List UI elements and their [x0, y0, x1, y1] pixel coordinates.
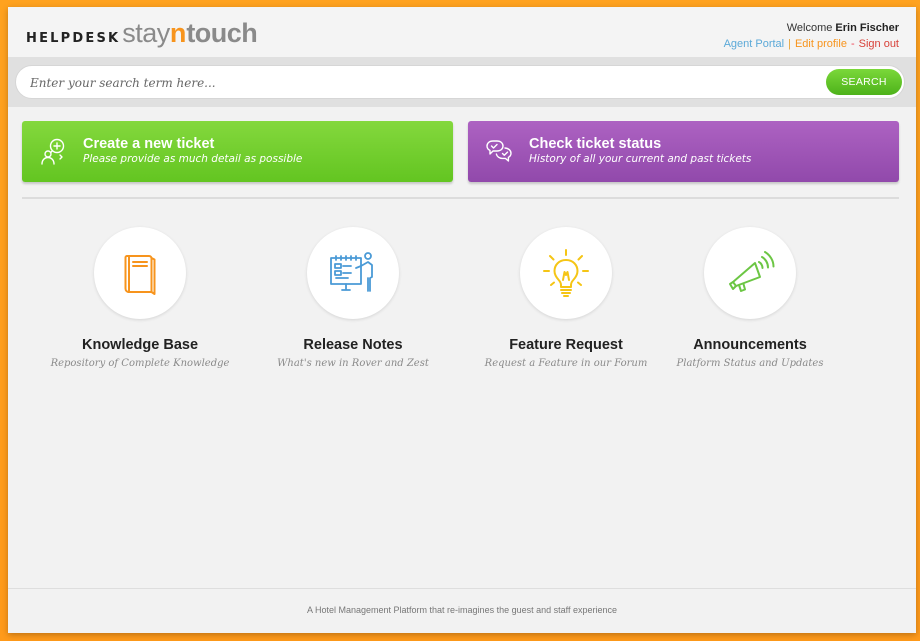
footer-divider	[8, 588, 916, 589]
agent-portal-link[interactable]: Agent Portal	[724, 38, 785, 50]
tile-announcements[interactable]: Announcements Platform Status and Update…	[650, 227, 850, 369]
user-links: Agent Portal | Edit profile - Sign out	[724, 38, 899, 50]
welcome-message: Welcome Erin Fischer	[724, 22, 899, 34]
search-button[interactable]: SEARCH	[826, 69, 902, 95]
create-ticket-button[interactable]: Create a new ticket Please provide as mu…	[22, 121, 453, 182]
check-ticket-status-button[interactable]: Check ticket status History of all your …	[468, 121, 899, 182]
tile-release-notes[interactable]: Release Notes What's new in Rover and Ze…	[253, 227, 453, 369]
add-ticket-chat-icon	[41, 138, 65, 165]
footer-text: A Hotel Management Platform that re-imag…	[306, 605, 617, 615]
tile-announcements-title: Announcements	[693, 337, 807, 353]
logo-helpdesk-text: HELPDESK	[26, 31, 121, 46]
edit-profile-link[interactable]: Edit profile	[795, 38, 847, 50]
tile-feature-request-title: Feature Request	[509, 337, 623, 353]
tile-release-notes-title: Release Notes	[303, 337, 403, 353]
logo-stay-text: stay	[122, 18, 170, 48]
logo[interactable]: HELPDESK stay n touch	[26, 18, 258, 49]
tile-knowledge-base-title: Knowledge Base	[81, 337, 199, 353]
link-separator: -	[850, 38, 855, 50]
create-ticket-subtitle: Please provide as much detail as possibl…	[83, 153, 303, 165]
sign-out-link[interactable]: Sign out	[859, 38, 899, 50]
tile-icon-circle	[307, 227, 399, 319]
tile-knowledge-base-subtitle: Repository of Complete Knowledge	[50, 358, 230, 369]
search-box: SEARCH	[15, 65, 905, 99]
tile-icon-circle	[704, 227, 796, 319]
tile-icon-circle	[520, 227, 612, 319]
tile-knowledge-base[interactable]: Knowledge Base Repository of Complete Kn…	[40, 227, 240, 369]
welcome-prefix: Welcome	[786, 22, 833, 34]
tile-feature-request-subtitle: Request a Feature in our Forum	[484, 358, 648, 369]
check-ticket-status-subtitle: History of all your current and past tic…	[529, 153, 752, 165]
search-band: SEARCH	[8, 57, 916, 107]
tile-feature-request[interactable]: Feature Request Request a Feature in our…	[466, 227, 666, 369]
logo-n-text: n	[169, 18, 187, 48]
presentation-board-icon	[330, 252, 373, 292]
search-input[interactable]	[30, 74, 810, 92]
header: HELPDESK stay n touch Welcome Erin Fischer…	[8, 7, 916, 57]
create-ticket-title: Create a new ticket	[83, 136, 215, 152]
logo-touch-text: touch	[186, 18, 258, 48]
megaphone-icon	[729, 251, 775, 292]
user-name: Erin Fischer	[835, 22, 899, 34]
tile-announcements-subtitle: Platform Status and Updates	[676, 358, 824, 369]
tile-release-notes-subtitle: What's new in Rover and Zest	[277, 358, 429, 369]
tile-icon-circle	[94, 227, 186, 319]
chat-check-icon	[486, 140, 512, 162]
section-divider	[22, 197, 899, 199]
lightbulb-icon	[543, 249, 589, 297]
link-separator: |	[788, 38, 791, 50]
check-ticket-status-title: Check ticket status	[529, 136, 662, 152]
user-area: Welcome Erin Fischer Agent Portal | Edit p…	[724, 22, 899, 50]
book-icon	[124, 255, 156, 295]
page-frame: HELPDESK stay n touch Welcome Erin Fischer…	[8, 7, 916, 633]
